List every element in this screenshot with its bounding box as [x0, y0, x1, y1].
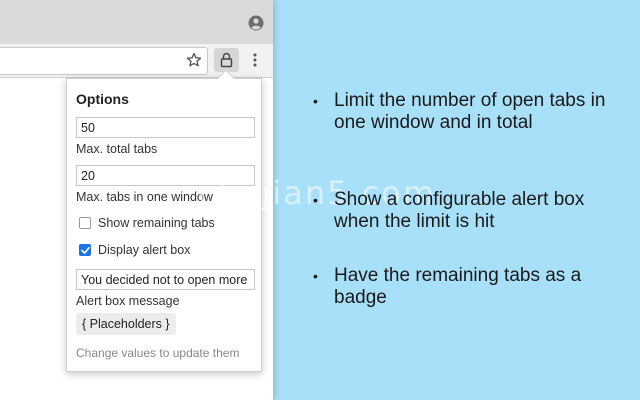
feature-item: • Show a configurable alert box when the… — [313, 189, 633, 233]
alert-message-input[interactable]: You decided not to open more — [76, 269, 255, 290]
popup-title: Options — [76, 91, 129, 107]
placeholders-button[interactable]: { Placeholders } — [76, 313, 176, 335]
account-circle-icon[interactable] — [248, 15, 264, 31]
show-remaining-tabs-checkbox[interactable] — [79, 217, 91, 229]
display-alert-box-label: Display alert box — [98, 243, 191, 257]
show-remaining-tabs-label: Show remaining tabs — [98, 216, 215, 230]
alert-message-label: Alert box message — [76, 294, 180, 308]
star-outline-icon[interactable] — [186, 52, 202, 68]
update-hint: Change values to update them — [76, 346, 240, 360]
extension-button[interactable] — [214, 48, 239, 72]
three-dot-menu-icon[interactable] — [248, 52, 262, 68]
max-total-tabs-input[interactable]: 50 — [76, 117, 255, 138]
bullet: • — [313, 268, 318, 284]
bullet: • — [313, 93, 318, 109]
max-tabs-window-label: Max. tabs in one window — [76, 190, 213, 204]
display-alert-box-row[interactable]: Display alert box — [79, 242, 190, 258]
display-alert-box-checkbox[interactable] — [79, 244, 91, 256]
address-bar[interactable] — [0, 47, 208, 75]
show-remaining-tabs-row[interactable]: Show remaining tabs — [79, 215, 215, 231]
extension-popup: Options 50 Max. total tabs 20 Max. tabs … — [66, 69, 262, 372]
title-bar — [0, 0, 273, 44]
feature-text: Show a configurable alert box when the l… — [334, 189, 585, 232]
feature-item: • Limit the number of open tabs in one w… — [313, 90, 633, 134]
feature-item: • Have the remaining tabs as a badge — [313, 265, 633, 309]
bullet: • — [313, 192, 318, 208]
checkmark-icon — [81, 246, 90, 254]
max-total-tabs-label: Max. total tabs — [76, 142, 158, 156]
feature-text: Have the remaining tabs as a badge — [334, 265, 582, 308]
lock-icon — [220, 52, 233, 68]
feature-text: Limit the number of open tabs in one win… — [334, 90, 606, 133]
